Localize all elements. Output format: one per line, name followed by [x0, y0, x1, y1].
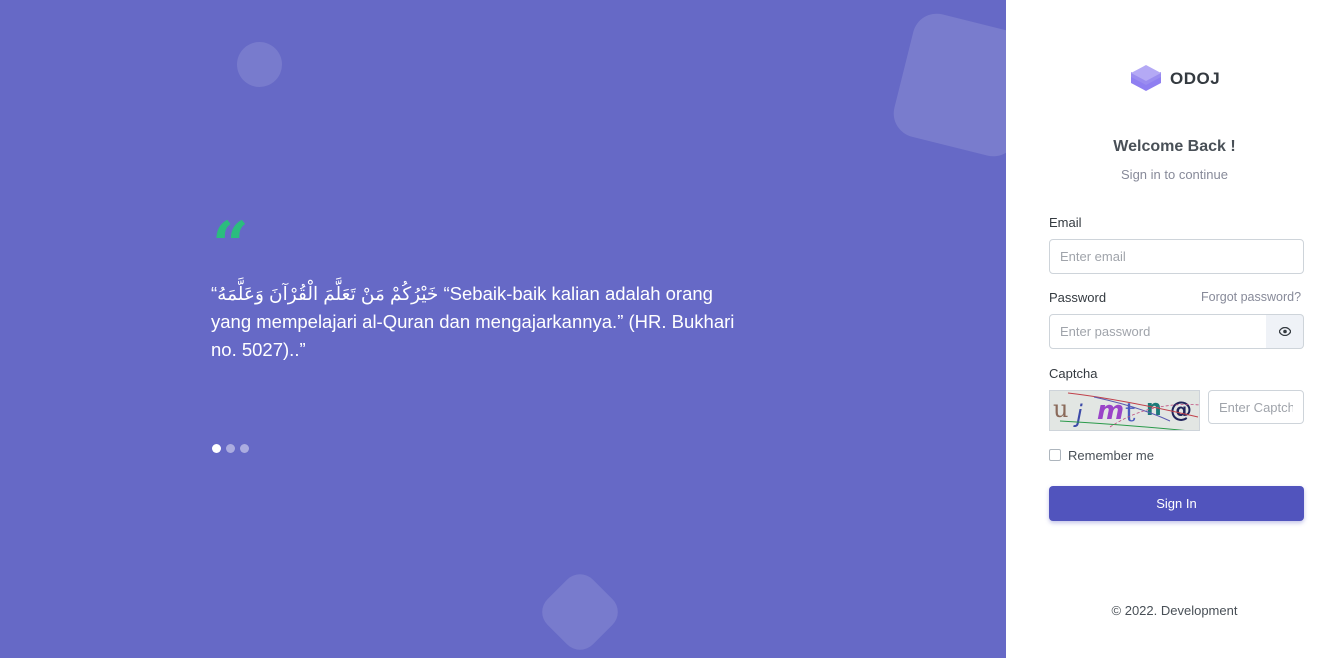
- footer-copyright: © 2022. Development: [1111, 603, 1238, 618]
- page-subtitle: Sign in to continue: [1121, 167, 1228, 182]
- login-panel: ODOJ Welcome Back ! Sign in to continue …: [1006, 0, 1343, 658]
- password-input[interactable]: [1049, 314, 1267, 349]
- svg-text:@: @: [1170, 398, 1192, 423]
- password-label: Password: [1049, 290, 1107, 305]
- decorative-diamond: [534, 566, 626, 658]
- page-title: Welcome Back !: [1113, 138, 1236, 155]
- eye-icon: [1278, 327, 1291, 336]
- brand-name: ODOJ: [1170, 69, 1221, 88]
- remember-me-checkbox[interactable]: [1049, 449, 1061, 461]
- captcha-label: Captcha: [1049, 366, 1098, 381]
- carousel-dot-1[interactable]: [212, 444, 221, 453]
- quote-icon: “: [212, 208, 249, 283]
- captcha-image[interactable]: u j m t n @: [1049, 390, 1200, 431]
- carousel-indicators: [212, 444, 249, 453]
- quote-panel: “ “خَيْرُكُمْ مَنْ تَعَلَّمَ الْقُرْآنَ …: [0, 0, 1006, 658]
- decorative-circle: [237, 42, 282, 87]
- email-input[interactable]: [1049, 239, 1304, 274]
- captcha-input[interactable]: [1208, 390, 1304, 424]
- remember-me-label[interactable]: Remember me: [1068, 448, 1154, 463]
- brand-logo[interactable]: ODOJ: [1130, 64, 1220, 94]
- sign-in-button[interactable]: Sign In: [1049, 486, 1304, 521]
- decorative-square: [888, 8, 1006, 162]
- quote-text: “خَيْرُكُمْ مَنْ تَعَلَّمَ الْقُرْآنَ وَ…: [211, 283, 735, 360]
- email-label: Email: [1049, 215, 1082, 230]
- carousel-dot-2[interactable]: [226, 444, 235, 453]
- toggle-password-button[interactable]: [1266, 314, 1304, 349]
- svg-text:u: u: [1053, 395, 1068, 423]
- carousel-dot-3[interactable]: [240, 444, 249, 453]
- layers-icon: [1131, 65, 1161, 91]
- forgot-password-link[interactable]: Forgot password?: [1201, 290, 1301, 304]
